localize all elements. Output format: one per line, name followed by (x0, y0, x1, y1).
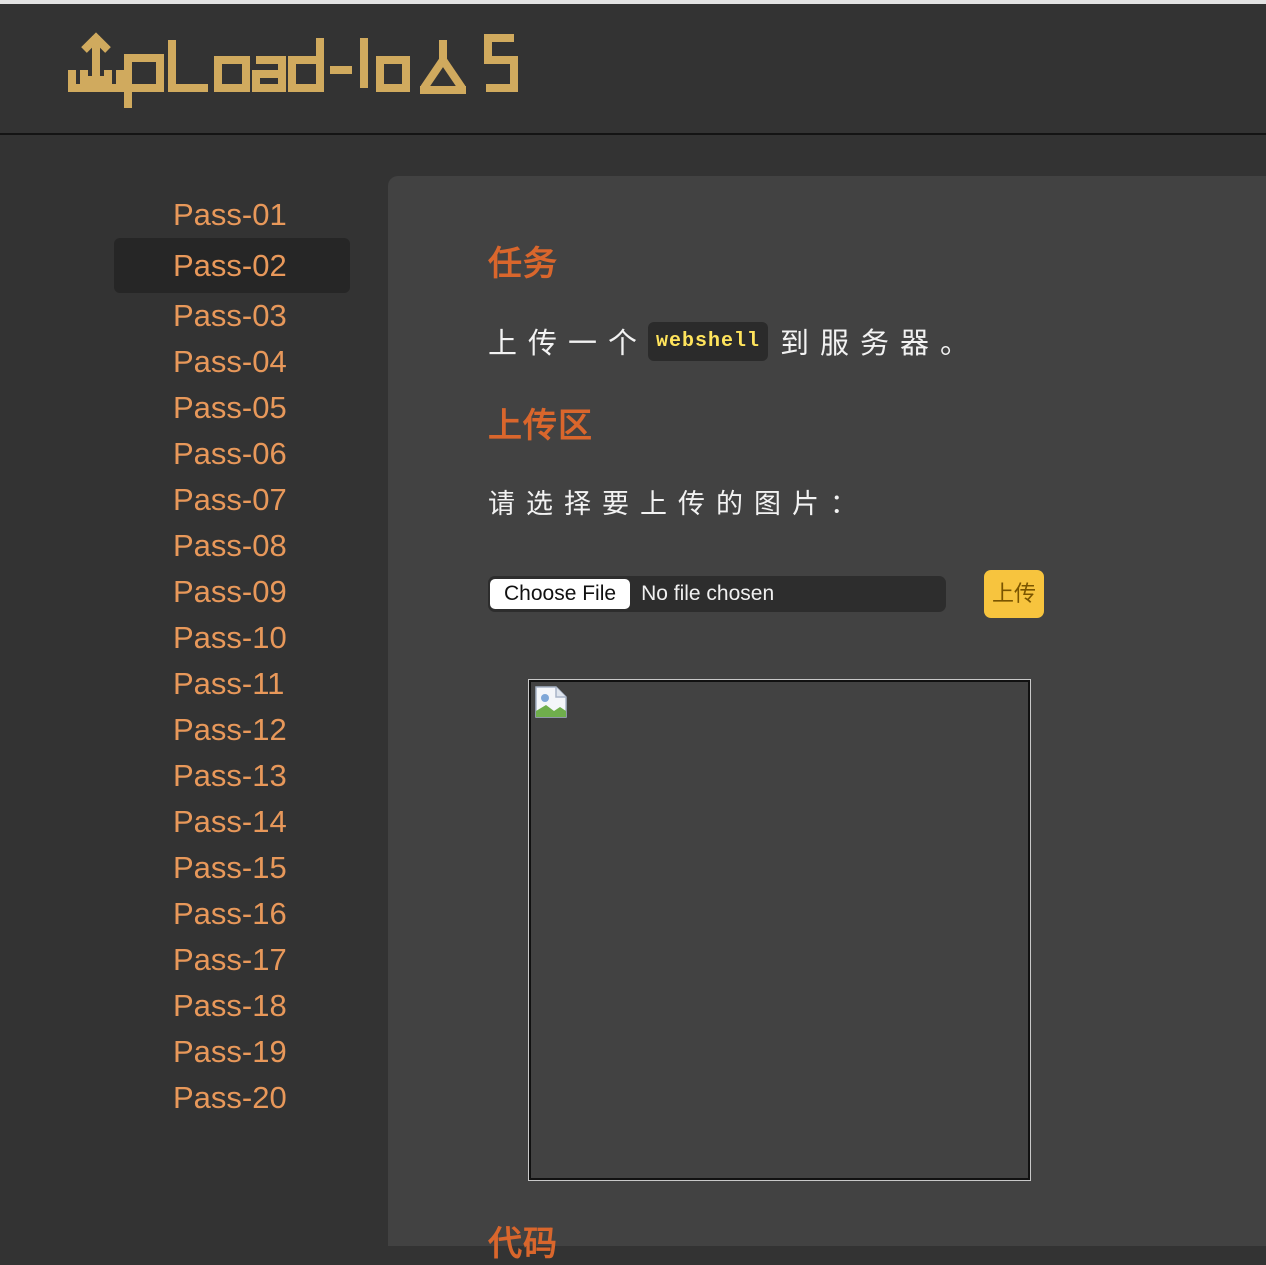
sidebar-item-pass-01[interactable]: Pass-01 (114, 192, 350, 238)
sidebar-item-pass-07[interactable]: Pass-07 (114, 477, 350, 523)
sidebar-item-pass-17[interactable]: Pass-17 (114, 937, 350, 983)
sidebar-item-pass-04[interactable]: Pass-04 (114, 339, 350, 385)
site-logo[interactable] (68, 30, 528, 119)
sidebar-item-pass-12[interactable]: Pass-12 (114, 707, 350, 753)
sidebar-item-pass-20[interactable]: Pass-20 (114, 1075, 350, 1121)
sidebar-item-pass-08[interactable]: Pass-08 (114, 523, 350, 569)
sidebar-item-pass-03[interactable]: Pass-03 (114, 293, 350, 339)
image-preview (528, 679, 1031, 1181)
upload-button[interactable]: 上传 (984, 570, 1044, 618)
task-code: webshell (648, 321, 769, 361)
site-header (0, 4, 1266, 135)
broken-image-icon (534, 685, 568, 724)
sidebar-item-pass-05[interactable]: Pass-05 (114, 385, 350, 431)
task-heading: 任务 (488, 245, 558, 283)
file-input[interactable]: Choose File No file chosen (488, 576, 946, 612)
main-panel: 任务 上传一个 webshell 到服务器。 上传区 请选择要上传的图片： Ch… (388, 176, 1266, 1263)
sidebar-item-pass-06[interactable]: Pass-06 (114, 431, 350, 477)
sidebar-item-pass-18[interactable]: Pass-18 (114, 983, 350, 1029)
sidebar-item-pass-16[interactable]: Pass-16 (114, 891, 350, 937)
code-heading: 代码 (488, 1225, 558, 1263)
task-suffix: 到服务器。 (780, 328, 981, 360)
sidebar-item-pass-14[interactable]: Pass-14 (114, 799, 350, 845)
sidebar-item-pass-09[interactable]: Pass-09 (114, 569, 350, 615)
upload-heading: 上传区 (488, 407, 593, 445)
sidebar-item-pass-02[interactable]: Pass-02 (114, 238, 350, 293)
sidebar-item-pass-11[interactable]: Pass-11 (114, 661, 350, 707)
sidebar-item-pass-13[interactable]: Pass-13 (114, 753, 350, 799)
choose-file-button[interactable]: Choose File (490, 579, 631, 609)
sidebar-item-pass-10[interactable]: Pass-10 (114, 615, 350, 661)
logo-graphic (68, 32, 518, 108)
choose-prompt: 请选择要上传的图片： (488, 489, 868, 519)
task-description: 上传一个 webshell 到服务器。 (488, 320, 980, 362)
file-status: No file chosen (641, 582, 775, 605)
sidebar-nav: Pass-01 Pass-02 Pass-03 Pass-04 Pass-05 … (114, 192, 350, 1121)
sidebar-item-pass-15[interactable]: Pass-15 (114, 845, 350, 891)
task-prefix: 上传一个 (488, 328, 649, 360)
sidebar-item-pass-19[interactable]: Pass-19 (114, 1029, 350, 1075)
